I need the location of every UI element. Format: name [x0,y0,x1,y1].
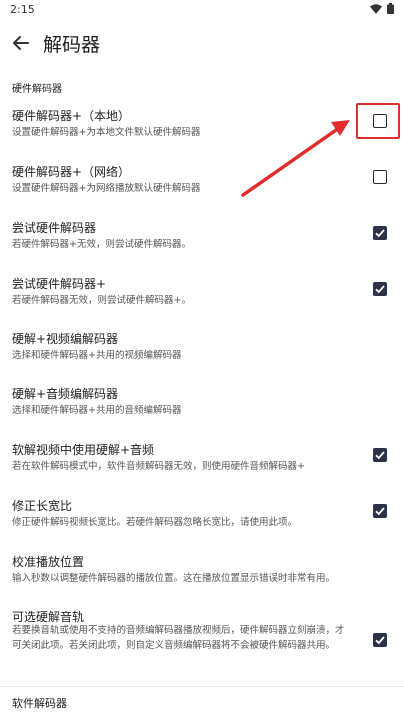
checkbox-sw-use-hw-plus-audio[interactable] [373,448,387,462]
pref-summary: 若要换音轨或使用不支持的音频编解码器播放视频后，硬件解码器立刻崩溃，才可关闭此项… [12,625,345,651]
pref-title: 尝试硬件解码器 [12,221,97,235]
checkbox-hw-plus-network[interactable] [373,170,387,184]
checkbox-try-hw-plus[interactable] [373,282,387,296]
pref-summary: 修正硬件解码视频长宽比。若硬件解码器忽略长宽比，请使用此项。 [12,517,298,528]
pref-calibrate-position[interactable]: 校准播放位置 输入秒数以调整硬件解码器的播放位置。这在播放位置显示错误时非常有用… [0,546,404,596]
pref-optional-hw-audio-track[interactable]: 可选硬解音轨 若要换音轨或使用不支持的音频编解码器播放视频后，硬件解码器立刻崩溃… [0,601,404,683]
pref-summary: 若硬件解码器+无效，则尝试硬件解码器。 [12,239,191,250]
status-bar: 2:15 [0,0,404,22]
pref-summary: 若硬件解码器无效，则尝试硬件解码器+。 [12,295,191,306]
battery-icon [387,3,394,14]
pref-summary: 选择和硬件解码器+共用的音频编解码器 [12,405,182,416]
pref-try-hw-plus[interactable]: 尝试硬件解码器+ 若硬件解码器无效，则尝试硬件解码器+。 [0,268,404,318]
back-arrow-icon[interactable] [10,32,32,54]
pref-try-hw-decoder[interactable]: 尝试硬件解码器 若硬件解码器+无效，则尝试硬件解码器。 [0,212,404,262]
pref-hw-plus-video-codecs[interactable]: 硬解+视频编解码器 选择和硬件解码器+共用的视频编解码器 [0,323,404,373]
pref-title: 校准播放位置 [12,555,85,569]
pref-title: 硬件解码器+（网络） [12,165,131,179]
pref-summary: 选择和硬件解码器+共用的视频编解码器 [12,350,182,361]
section-header-software: 软件解码器 [12,697,67,710]
pref-hw-plus-audio-codecs[interactable]: 硬解+音频编解码器 选择和硬件解码器+共用的音频编解码器 [0,378,404,428]
divider [0,686,404,687]
pref-title: 硬件解码器+（本地） [12,109,131,123]
status-icons [370,3,394,14]
pref-title: 修正长宽比 [12,499,73,513]
wifi-icon [370,3,382,14]
pref-summary: 设置硬件解码器+为网络播放默认硬件解码器 [12,183,201,194]
checkbox-fix-aspect-ratio[interactable] [373,504,387,518]
pref-fix-aspect-ratio[interactable]: 修正长宽比 修正硬件解码视频长宽比。若硬件解码器忽略长宽比，请使用此项。 [0,490,404,540]
pref-title: 硬解+音频编解码器 [12,387,119,401]
pref-hw-plus-network[interactable]: 硬件解码器+（网络） 设置硬件解码器+为网络播放默认硬件解码器 [0,156,404,206]
pref-title: 软解视频中使用硬解+音频 [12,443,155,457]
section-header-hardware: 硬件解码器 [12,84,62,95]
pref-hw-plus-local[interactable]: 硬件解码器+（本地） 设置硬件解码器+为本地文件默认硬件解码器 [0,100,404,150]
pref-sw-use-hw-plus-audio[interactable]: 软解视频中使用硬解+音频 若在软件解码模式中，软件音频解码器无效，则使用硬件音频… [0,434,404,484]
page-title: 解码器 [43,34,101,56]
pref-title: 硬解+视频编解码器 [12,332,119,346]
pref-summary: 若在软件解码模式中，软件音频解码器无效，则使用硬件音频解码器+ [12,461,305,472]
pref-summary: 设置硬件解码器+为本地文件默认硬件解码器 [12,127,201,138]
highlight-box [356,103,400,139]
pref-summary: 输入秒数以调整硬件解码器的播放位置。这在播放位置显示错误时非常有用。 [12,573,336,584]
checkbox-try-hw-decoder[interactable] [373,226,387,240]
app-bar: 解码器 [0,22,404,64]
status-time: 2:15 [10,3,35,16]
pref-title: 尝试硬件解码器+ [12,277,107,291]
checkbox-optional-hw-audio-track[interactable] [373,633,387,647]
